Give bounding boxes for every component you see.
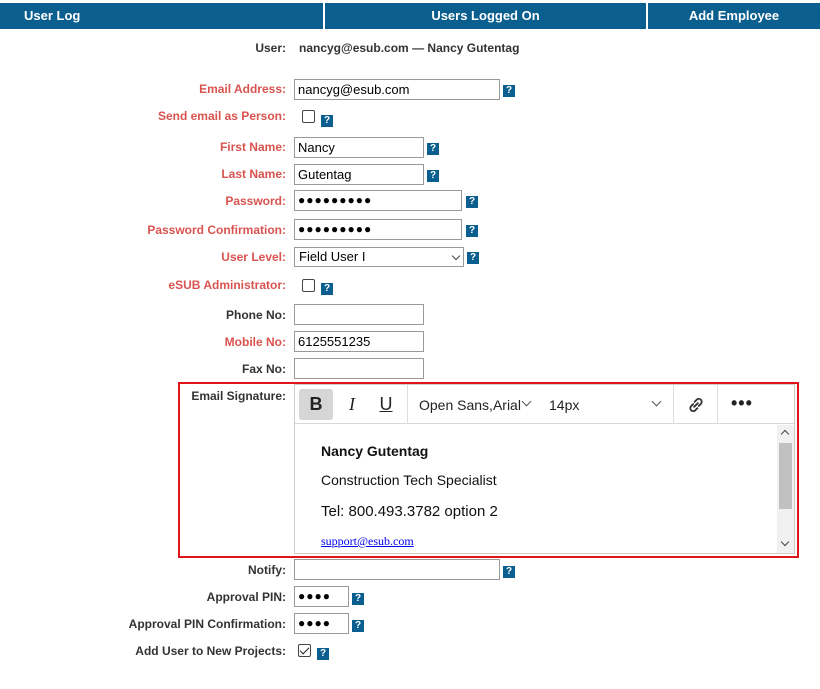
font-family-dropdown[interactable]: Open Sans,Arial [419,397,521,413]
esub-admin-help-icon[interactable]: ? [321,283,333,295]
add-to-projects-label: Add User to New Projects: [135,644,286,658]
approval-pin-confirm-label: Approval PIN Confirmation: [128,617,286,631]
password-input[interactable]: ●●●●●●●●● [294,190,462,211]
notify-input[interactable] [294,559,500,580]
password-label: Password: [225,194,286,208]
user-value: nancyg@esub.com — Nancy Gutentag [299,41,520,55]
email-label: Email Address: [199,82,286,96]
add-to-projects-checkbox[interactable] [298,644,311,657]
phone-label: Phone No: [226,308,286,322]
password-confirm-label: Password Confirmation: [147,223,286,237]
password-help-icon[interactable]: ? [466,196,478,208]
add-to-projects-help-icon[interactable]: ? [317,648,329,660]
first-name-label: First Name: [219,140,286,154]
toolbar-divider [673,385,674,424]
first-name-input[interactable]: Nancy [294,137,424,158]
link-icon[interactable] [685,394,707,416]
underline-button[interactable]: U [369,389,403,420]
user-level-label: User Level: [221,250,286,264]
signature-tel: Tel: 800.493.3782 option 2 [321,503,498,520]
approval-pin-help-icon[interactable]: ? [352,593,364,605]
approval-pin-input[interactable]: ●●●● [294,586,349,607]
user-label: User: [255,41,286,55]
toolbar-divider [717,385,718,424]
signature-editor[interactable]: B I U Open Sans,Arial 14px ••• Nancy Gut… [294,384,795,554]
fax-input[interactable] [294,358,424,379]
email-help-icon[interactable]: ? [503,85,515,97]
esub-admin-checkbox[interactable] [302,279,315,292]
bold-button[interactable]: B [299,389,333,420]
first-name-help-icon[interactable]: ? [427,143,439,155]
last-name-help-icon[interactable]: ? [427,170,439,182]
signature-title: Construction Tech Specialist [321,472,497,488]
user-level-value: Field User I [299,249,366,264]
font-family-value: Open Sans,Arial [419,397,521,413]
last-name-label: Last Name: [221,167,286,181]
user-level-help-icon[interactable]: ? [467,252,479,264]
notify-help-icon[interactable]: ? [503,566,515,578]
font-size-dropdown[interactable]: 14px [549,397,579,413]
approval-pin-label: Approval PIN: [206,590,286,604]
phone-input[interactable] [294,304,424,325]
user-level-select[interactable]: Field User I [294,247,464,267]
last-name-input[interactable]: Gutentag [294,164,424,185]
chevron-down-icon [651,396,662,407]
mobile-label: Mobile No: [224,335,286,349]
fax-label: Fax No: [241,362,286,376]
chevron-down-icon [521,396,532,407]
approval-pin-confirm-help-icon[interactable]: ? [352,620,364,632]
mobile-input[interactable]: 6125551235 [294,331,424,352]
email-input[interactable]: nancyg@esub.com [294,79,500,100]
font-size-value: 14px [549,397,580,413]
send-as-person-help-icon[interactable]: ? [321,115,333,127]
notify-label: Notify: [248,563,286,577]
editor-content[interactable]: Nancy Gutentag Construction Tech Special… [295,425,776,553]
signature-name: Nancy Gutentag [321,443,429,459]
toolbar-divider [407,385,408,424]
tab-users-logged-on[interactable]: Users Logged On [325,3,646,29]
scroll-down-icon[interactable] [780,537,790,547]
esub-admin-label: eSUB Administrator: [168,278,286,292]
email-signature-label: Email Signature: [191,389,286,403]
signature-support-link[interactable]: support@esub.com [321,534,414,549]
scroll-up-icon[interactable] [780,429,790,439]
chevron-down-icon [451,251,461,261]
password-confirm-input[interactable]: ●●●●●●●●● [294,219,462,240]
scrollbar-thumb[interactable] [779,443,792,509]
tab-bar: User Log Users Logged On Add Employee [0,3,820,29]
password-confirm-help-icon[interactable]: ? [466,225,478,237]
tab-add-employee[interactable]: Add Employee [648,3,820,29]
more-options-button[interactable]: ••• [731,393,753,414]
italic-button[interactable]: I [335,389,369,420]
tab-user-log[interactable]: User Log [0,3,323,29]
send-as-person-label: Send email as Person: [157,109,286,123]
approval-pin-confirm-input[interactable]: ●●●● [294,613,349,634]
editor-toolbar: B I U Open Sans,Arial 14px ••• [295,385,794,424]
send-as-person-checkbox[interactable] [302,110,315,123]
editor-scrollbar[interactable] [777,425,794,553]
